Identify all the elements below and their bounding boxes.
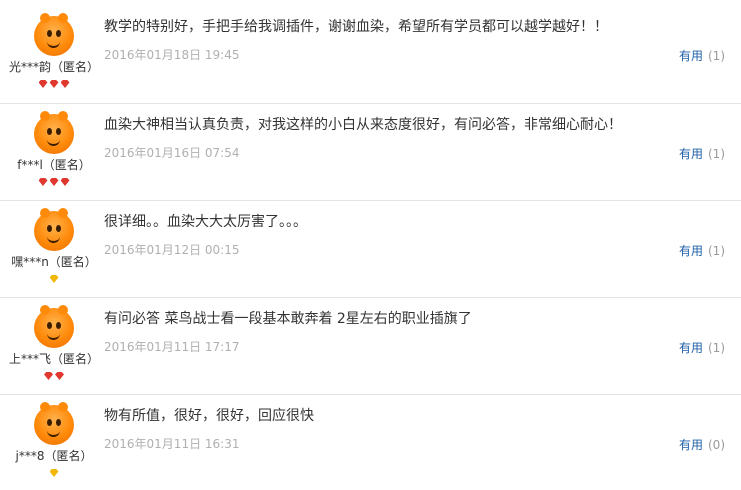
useful-vote[interactable]: 有用 (1) <box>679 145 725 162</box>
review-content: 教学的特别好，手把手给我调插件，谢谢血染，希望所有学员都可以越学越好！！ <box>104 19 608 35</box>
useful-button[interactable]: 有用 <box>679 438 703 452</box>
diamond-gem-icon <box>49 469 59 477</box>
user-level-badges <box>0 176 108 186</box>
review-date: 2016年01月11日 17:17 <box>104 340 240 354</box>
avatar-eye-icon <box>56 419 61 426</box>
avatar-mouth-icon <box>47 332 60 340</box>
useful-button[interactable]: 有用 <box>679 49 703 63</box>
avatar-mouth-icon <box>47 429 60 437</box>
review-item: f***l（匿名） 血染大神相当认真负责，对我这样的小白从来态度很好，有问必答，… <box>0 103 741 199</box>
user-avatar[interactable] <box>34 305 74 348</box>
diamond-gem-icon <box>60 178 70 186</box>
user-name: 上***飞（匿名） <box>8 352 99 366</box>
user-avatar[interactable] <box>34 208 74 251</box>
avatar-ear-icon <box>40 305 50 315</box>
diamond-gem-icon <box>38 178 48 186</box>
avatar-ear-icon <box>58 111 68 121</box>
avatar-eye-icon <box>47 419 52 426</box>
user-avatar[interactable] <box>34 13 74 56</box>
useful-button[interactable]: 有用 <box>679 244 703 258</box>
avatar-ear-icon <box>40 13 50 23</box>
avatar-mouth-icon <box>47 138 60 146</box>
user-avatar[interactable] <box>34 402 74 445</box>
useful-count: (1) <box>708 341 725 355</box>
user-name: j***8（匿名） <box>15 449 93 463</box>
review-date: 2016年01月11日 16:31 <box>104 437 240 451</box>
review-item: j***8（匿名） 物有所值，很好，很好，回应很快 2016年01月11日 16… <box>0 394 741 490</box>
avatar-eye-icon <box>56 322 61 329</box>
diamond-gem-icon <box>49 275 59 283</box>
avatar-eye-icon <box>47 322 52 329</box>
user-name: f***l（匿名） <box>17 158 91 172</box>
review-item: 光***韵（匿名） 教学的特别好，手把手给我调插件，谢谢血染，希望所有学员都可以… <box>0 6 741 102</box>
useful-count: (1) <box>708 147 725 161</box>
user-name: 光***韵（匿名） <box>8 60 99 74</box>
avatar-eye-icon <box>47 128 52 135</box>
review-item: 嘿***n（匿名） 很详细。。血染大大太厉害了。。。 2016年01月12日 0… <box>0 200 741 296</box>
diamond-gem-icon <box>38 80 48 88</box>
diamond-gem-icon <box>55 372 64 380</box>
avatar-eye-icon <box>47 225 52 232</box>
useful-count: (1) <box>708 244 725 258</box>
avatar-ear-icon <box>40 402 50 412</box>
avatar-ear-icon <box>40 111 50 121</box>
useful-vote[interactable]: 有用 (1) <box>679 339 725 356</box>
user-avatar[interactable] <box>34 111 74 154</box>
review-item: 上***飞（匿名） 有问必答 菜鸟战士看一段基本敢奔着 2星左右的职业插旗了 2… <box>0 297 741 393</box>
user-name: 嘿***n（匿名） <box>11 255 97 269</box>
avatar-ear-icon <box>58 208 68 218</box>
review-date: 2016年01月12日 00:15 <box>104 243 240 257</box>
review-content: 有问必答 菜鸟战士看一段基本敢奔着 2星左右的职业插旗了 <box>104 311 472 327</box>
diamond-gem-icon <box>49 80 59 88</box>
useful-button[interactable]: 有用 <box>679 341 703 355</box>
avatar-mouth-icon <box>47 40 60 48</box>
useful-vote[interactable]: 有用 (0) <box>679 436 725 453</box>
avatar-ear-icon <box>58 305 68 315</box>
avatar-mouth-icon <box>47 235 60 243</box>
diamond-gem-icon <box>49 178 59 186</box>
avatar-ear-icon <box>40 208 50 218</box>
useful-count: (1) <box>708 49 725 63</box>
review-content: 血染大神相当认真负责，对我这样的小白从来态度很好，有问必答，非常细心耐心！ <box>104 117 622 133</box>
user-level-badges <box>0 467 108 477</box>
avatar-eye-icon <box>47 30 52 37</box>
review-content: 物有所值，很好，很好，回应很快 <box>104 408 314 424</box>
avatar-ear-icon <box>58 13 68 23</box>
review-content: 很详细。。血染大大太厉害了。。。 <box>104 214 307 230</box>
useful-vote[interactable]: 有用 (1) <box>679 47 725 64</box>
user-level-badges <box>0 273 108 283</box>
review-list: 光***韵（匿名） 教学的特别好，手把手给我调插件，谢谢血染，希望所有学员都可以… <box>0 0 741 487</box>
avatar-eye-icon <box>56 30 61 37</box>
useful-button[interactable]: 有用 <box>679 147 703 161</box>
user-level-badges <box>0 370 108 380</box>
user-level-badges <box>0 78 108 88</box>
diamond-gem-icon <box>60 80 70 88</box>
avatar-eye-icon <box>56 128 61 135</box>
diamond-gem-icon <box>44 372 53 380</box>
useful-vote[interactable]: 有用 (1) <box>679 242 725 259</box>
avatar-eye-icon <box>56 225 61 232</box>
avatar-ear-icon <box>58 402 68 412</box>
useful-count: (0) <box>708 438 725 452</box>
review-date: 2016年01月16日 07:54 <box>104 146 240 160</box>
review-date: 2016年01月18日 19:45 <box>104 48 240 62</box>
